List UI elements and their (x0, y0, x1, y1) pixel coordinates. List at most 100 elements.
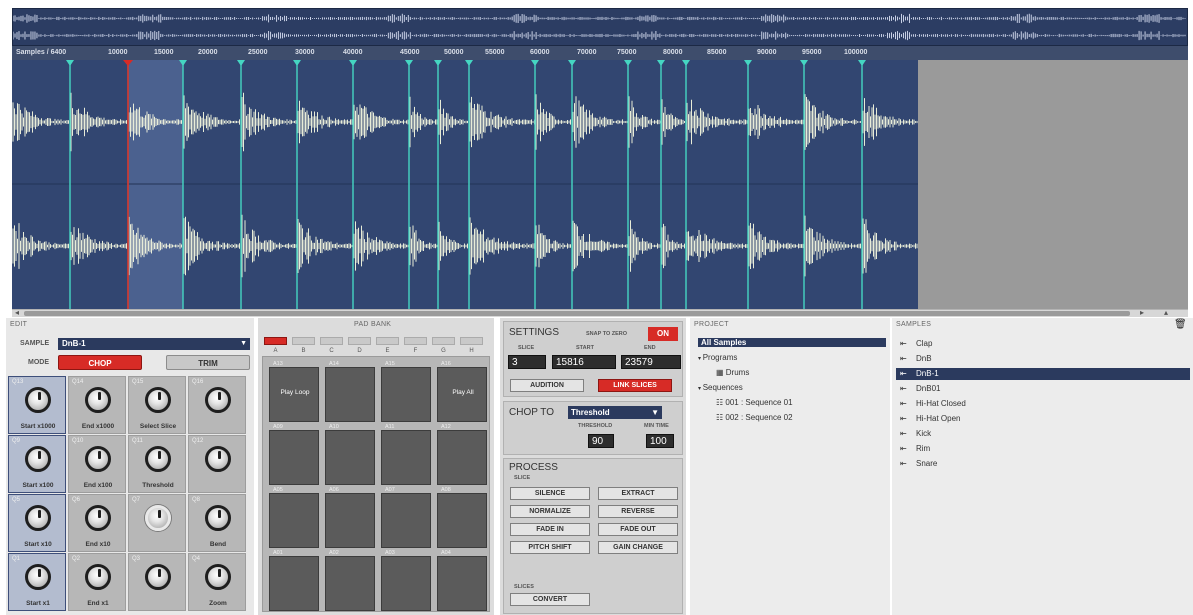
drum-pad[interactable]: A10 (325, 424, 375, 485)
drum-pad[interactable]: A08 (437, 487, 487, 548)
rotary-knob[interactable] (205, 564, 231, 590)
sample-name: Kick (916, 429, 932, 438)
slice-field[interactable]: 3 (508, 355, 546, 369)
drum-pad[interactable]: A06 (325, 487, 375, 548)
link-slices-button[interactable]: LINK SLICES (598, 379, 672, 392)
extract-button[interactable]: EXTRACT (598, 487, 678, 500)
drum-pad[interactable]: A02 (325, 550, 375, 611)
tree-sequence-02[interactable]: ☷ 002 : Sequence 02 (716, 413, 793, 422)
rotary-knob[interactable] (85, 564, 111, 590)
sample-list-item[interactable]: ⇤ Hi-Hat Open (896, 413, 1190, 425)
sample-list-item[interactable]: ⇤ DnB01 (896, 383, 1190, 395)
pitch-shift-button[interactable]: PITCH SHIFT (510, 541, 590, 554)
normalize-button[interactable]: NORMALIZE (510, 505, 590, 518)
pad-label: Play All (452, 389, 474, 396)
rotary-knob[interactable] (25, 505, 51, 531)
rotary-knob[interactable] (85, 387, 111, 413)
sample-name: Clap (916, 339, 933, 348)
silence-button[interactable]: SILENCE (510, 487, 590, 500)
drum-pad[interactable]: A16 Play All (437, 361, 487, 422)
rotary-knob[interactable] (145, 446, 171, 472)
rotary-knob[interactable] (25, 387, 51, 413)
sample-arrow-icon: ⇤ (900, 414, 907, 423)
sample-list-item[interactable]: ⇤ DnB-1 (896, 368, 1190, 380)
ruler-tick-label: 45000 (400, 49, 420, 56)
tree-drums[interactable]: ▦ Drums (716, 368, 749, 377)
drum-pad[interactable]: A07 (381, 487, 431, 548)
tree-programs[interactable]: ▾ Programs (698, 353, 737, 362)
pad-bank-letter: C (329, 348, 334, 354)
pad-bank-button[interactable] (432, 337, 455, 345)
rotary-knob[interactable] (145, 505, 171, 531)
end-field[interactable]: 23579 (621, 355, 681, 369)
rotary-knob[interactable] (25, 564, 51, 590)
pad-bank-button[interactable] (292, 337, 315, 345)
slice-marker-handle (434, 60, 442, 66)
samples-panel: SAMPLES 🗑 ⇤ Clap ⇤ DnB ⇤ DnB-1 ⇤ DnB01 ⇤ Hi-Hat C… (892, 318, 1193, 615)
scroll-left-icon[interactable]: ◂ (15, 308, 19, 317)
reverse-button[interactable]: REVERSE (598, 505, 678, 518)
sample-list-item[interactable]: ⇤ Hi-Hat Closed (896, 398, 1190, 410)
rotary-knob[interactable] (85, 446, 111, 472)
rotary-knob[interactable] (25, 446, 51, 472)
drum-pad[interactable]: A11 (381, 424, 431, 485)
pad-bank-button[interactable] (404, 337, 427, 345)
pad-bank-button[interactable] (348, 337, 371, 345)
drum-pad[interactable]: A03 (381, 550, 431, 611)
waveform-editor[interactable] (12, 60, 918, 309)
waveform-display[interactable] (12, 60, 918, 309)
pad-bank-button[interactable] (376, 337, 399, 345)
drum-pad[interactable]: A05 (269, 487, 319, 548)
rotary-knob[interactable] (145, 387, 171, 413)
samples-title: SAMPLES (896, 321, 932, 328)
sample-list-item[interactable]: ⇤ Kick (896, 428, 1190, 440)
waveform-overview[interactable] (12, 8, 1188, 46)
drum-pad[interactable]: A09 (269, 424, 319, 485)
rotary-knob[interactable] (205, 387, 231, 413)
knob-label: End x100 (83, 482, 113, 489)
rotary-knob[interactable] (85, 505, 111, 531)
sample-list-item[interactable]: ⇤ Clap (896, 338, 1190, 350)
drum-pad[interactable]: A12 (437, 424, 487, 485)
sample-select[interactable]: DnB-1 ▼ (58, 338, 250, 350)
pad-bank-button[interactable] (264, 337, 287, 345)
pad-bank-button[interactable] (460, 337, 483, 345)
slice-marker-handle (800, 60, 808, 66)
slice-marker-handle (349, 60, 357, 66)
knob-cell: Q16 (188, 376, 246, 434)
gain-change-button[interactable]: GAIN CHANGE (598, 541, 678, 554)
rotary-knob[interactable] (145, 564, 171, 590)
min-time-field[interactable]: 100 (646, 434, 674, 448)
scrollbar-thumb[interactable] (24, 311, 1130, 316)
trash-icon[interactable]: 🗑 (1174, 319, 1187, 330)
fade-out-button[interactable]: FADE OUT (598, 523, 678, 536)
tree-sequence-01[interactable]: ☷ 001 : Sequence 01 (716, 398, 793, 407)
tree-all-samples[interactable]: All Samples (698, 338, 886, 347)
zoom-icon[interactable]: ▴ (1164, 308, 1168, 317)
threshold-field[interactable]: 90 (588, 434, 614, 448)
sample-arrow-icon: ⇤ (900, 399, 907, 408)
horizontal-scrollbar[interactable]: ◂ ▸ ▴ (12, 308, 1188, 317)
rotary-knob[interactable] (205, 505, 231, 531)
drum-pad[interactable]: A14 (325, 361, 375, 422)
grid-icon: ▦ (716, 368, 726, 377)
sample-list-item[interactable]: ⇤ Snare (896, 458, 1190, 470)
drum-pad[interactable]: A04 (437, 550, 487, 611)
trim-mode-button[interactable]: TRIM (166, 355, 250, 370)
audition-button[interactable]: AUDITION (510, 379, 584, 392)
scroll-right-icon[interactable]: ▸ (1140, 308, 1144, 317)
start-field[interactable]: 15816 (552, 355, 616, 369)
drum-pad[interactable]: A15 (381, 361, 431, 422)
fade-in-button[interactable]: FADE IN (510, 523, 590, 536)
rotary-knob[interactable] (205, 446, 231, 472)
sample-list-item[interactable]: ⇤ DnB (896, 353, 1190, 365)
drum-pad[interactable]: A01 (269, 550, 319, 611)
drum-pad[interactable]: A13 Play Loop (269, 361, 319, 422)
sample-list-item[interactable]: ⇤ Rim (896, 443, 1190, 455)
chop-mode-button[interactable]: CHOP (58, 355, 142, 370)
chop-to-select[interactable]: Threshold ▼ (568, 406, 662, 419)
snap-to-zero-toggle[interactable]: ON (648, 327, 678, 341)
pad-bank-button[interactable] (320, 337, 343, 345)
tree-sequences[interactable]: ▾ Sequences (698, 383, 743, 392)
convert-button[interactable]: CONVERT (510, 593, 590, 606)
